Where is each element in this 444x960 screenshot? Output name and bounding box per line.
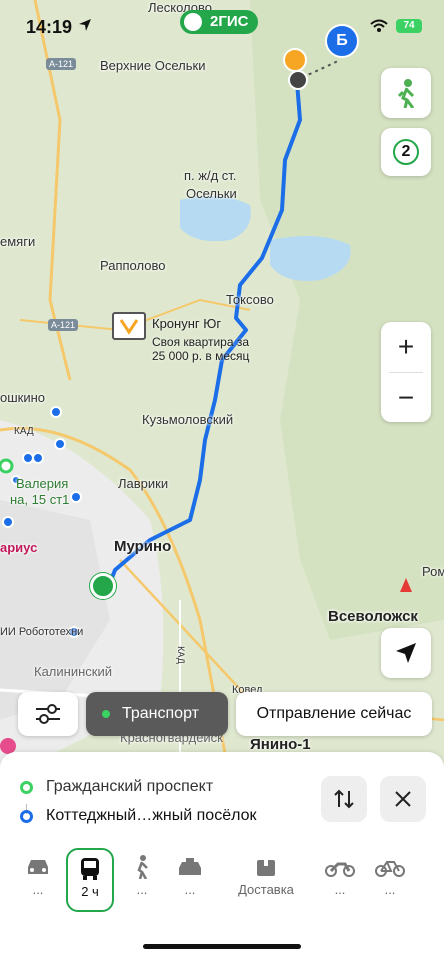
- my-location-button[interactable]: [381, 628, 431, 678]
- mode-moto-value: ...: [334, 882, 346, 897]
- delivery-box-icon: [257, 860, 275, 876]
- map-label-lavriki: Лаврики: [118, 476, 169, 491]
- mode-taxi-value: ...: [184, 882, 196, 897]
- brand-logo-icon: [184, 13, 202, 31]
- map-label-oshkino: ошкино: [0, 390, 46, 405]
- route-to-label: Коттеджный…жный посёлок: [46, 807, 257, 824]
- motorcycle-icon: [325, 862, 355, 877]
- ad-logo-icon: [112, 312, 146, 340]
- mode-transit[interactable]: 2 ч: [66, 848, 114, 912]
- route-from-label: Гражданский проспект: [46, 778, 214, 795]
- mode-car-value: ...: [32, 882, 44, 897]
- brand-name: 2ГИС: [210, 13, 249, 30]
- zoom-controls: + −: [381, 322, 431, 422]
- swap-route-button[interactable]: [321, 776, 367, 822]
- battery-indicator: 74: [396, 19, 422, 33]
- map-label-kalininsky: Калининский: [34, 664, 112, 679]
- map-label-pzhd-1: п. ж/д ст.: [184, 168, 237, 183]
- wifi-icon: [370, 19, 388, 32]
- route-from[interactable]: Гражданский проспект: [20, 778, 213, 796]
- zoom-out-button[interactable]: −: [381, 373, 431, 423]
- mode-walk[interactable]: ...: [118, 852, 166, 897]
- close-icon: [395, 791, 411, 807]
- route-settings-button[interactable]: [18, 692, 78, 736]
- walking-person-icon: [397, 79, 415, 108]
- home-indicator: [143, 944, 301, 949]
- taxi-icon: [179, 858, 201, 875]
- pedestrian-mode-button[interactable]: [381, 68, 431, 118]
- swap-arrows-icon: [334, 789, 354, 809]
- map-label-robototekhniki: ИИ Робототехни: [0, 626, 84, 638]
- compass-button[interactable]: [381, 560, 431, 610]
- mode-bike[interactable]: ...: [366, 852, 414, 897]
- brand-logo: 2ГИС: [180, 10, 259, 34]
- mode-delivery[interactable]: Доставка: [228, 852, 304, 897]
- mode-moto[interactable]: ...: [316, 852, 364, 897]
- zoom-in-button[interactable]: +: [381, 322, 431, 372]
- map-label-kad: КАД: [14, 426, 34, 437]
- mode-transit-value: 2 ч: [81, 884, 99, 899]
- ad-title: Кронунг Юг: [152, 316, 222, 331]
- map-label-kad-vertical: КАД: [175, 646, 186, 664]
- status-bar: 14:19 2ГИС 74: [0, 0, 444, 48]
- map-label-murino: Мурино: [114, 538, 172, 555]
- transport-filter-chip[interactable]: Транспорт: [86, 692, 228, 736]
- map-label-pzhd-2: Осельки: [186, 186, 237, 201]
- status-time: 14:19: [26, 17, 73, 37]
- mode-car[interactable]: ...: [14, 852, 62, 897]
- navigation-arrow-icon: [396, 643, 416, 663]
- mode-bike-value: ...: [384, 882, 396, 897]
- map-label-kuzmolovsky: Кузьмоловский: [142, 412, 234, 427]
- departure-chip-label: Отправление сейчас: [256, 705, 412, 722]
- map-label-verkhnie-oselki: Верхние Осельки: [100, 58, 206, 73]
- ad-text: Своя квартира за 25 000 р. в месяц: [152, 335, 250, 363]
- layers-count-badge: 2: [393, 139, 419, 165]
- map-label-valeria: Валерия: [16, 476, 69, 491]
- layers-button[interactable]: 2: [381, 128, 431, 176]
- road-badge-a121: А-121: [46, 58, 77, 70]
- settings-sliders-icon: [36, 704, 60, 724]
- close-route-button[interactable]: [380, 776, 426, 822]
- car-icon: [28, 860, 48, 874]
- mode-walk-value: ...: [136, 882, 148, 897]
- map-label-rappolovo: Рапполово: [100, 258, 166, 273]
- destination-poi-icon[interactable]: [283, 48, 307, 72]
- map-label-toksovo: Токсово: [226, 292, 274, 307]
- mode-taxi[interactable]: ...: [166, 852, 214, 897]
- mode-delivery-value: Доставка: [238, 882, 294, 897]
- transport-modes: ... 2 ч ... ... Доставка ... ...: [0, 848, 444, 912]
- map-label-arius: ариус: [0, 540, 38, 555]
- road-badge-a121: А-121: [48, 319, 79, 331]
- bicycle-icon: [375, 861, 405, 877]
- map-view[interactable]: Лесколово Верхние Осельки п. ж/д ст. Осе…: [0, 0, 444, 780]
- bus-icon: [81, 858, 99, 880]
- route-to[interactable]: Коттеджный…жный посёлок: [20, 807, 257, 825]
- map-canvas: [0, 0, 444, 780]
- map-label-vemyagi: емяги: [0, 234, 36, 249]
- map-label-valeria-addr: на, 15 ст1: [10, 492, 70, 507]
- from-ring-icon: [20, 780, 33, 794]
- departure-time-chip[interactable]: Отправление сейчас: [236, 692, 432, 736]
- location-arrow-icon: [79, 19, 91, 31]
- start-transit-pin-icon[interactable]: [90, 573, 116, 599]
- walk-icon: [137, 855, 148, 879]
- to-ring-icon: [20, 809, 33, 823]
- map-label-yanino: Янино-1: [250, 736, 311, 753]
- transport-status-dot: [102, 710, 110, 718]
- walk-point-icon: [288, 70, 308, 90]
- transport-chip-label: Транспорт: [122, 705, 199, 722]
- map-label-vsevolozhsk: Всеволожск: [328, 608, 418, 625]
